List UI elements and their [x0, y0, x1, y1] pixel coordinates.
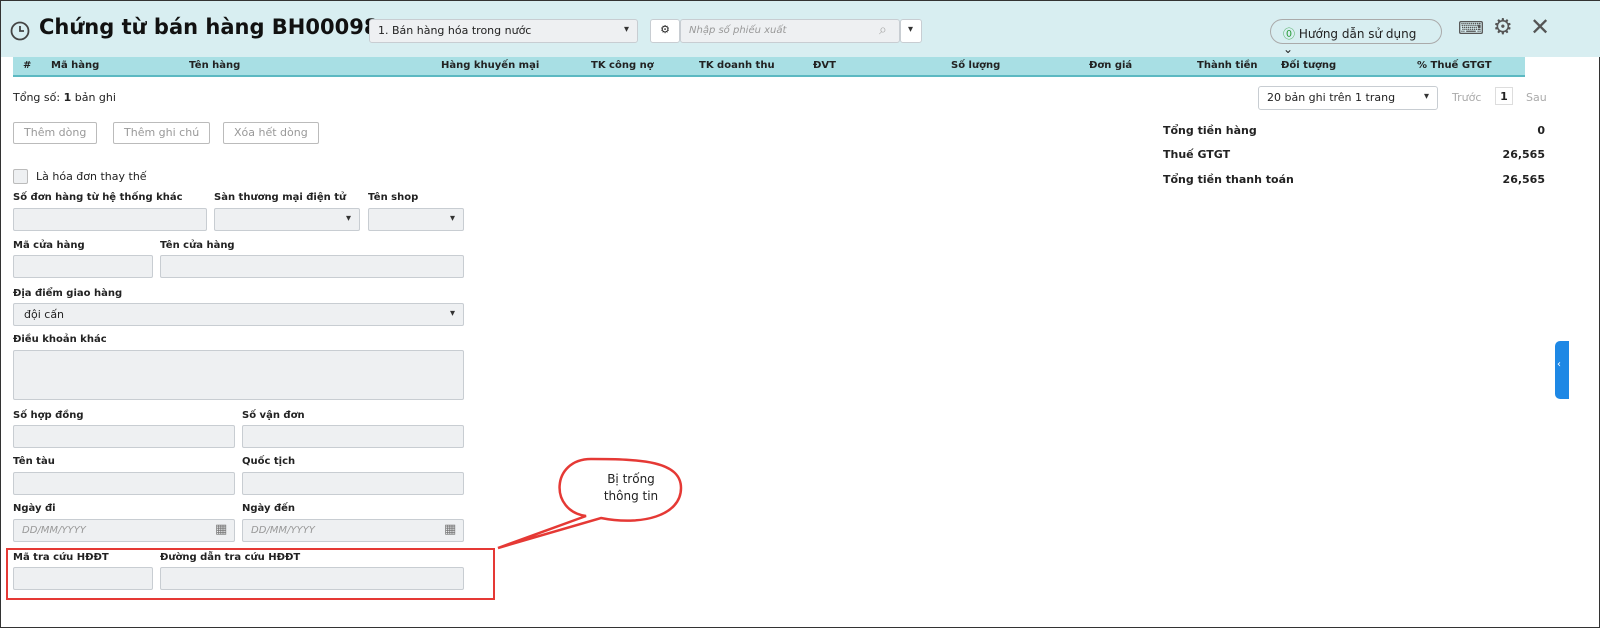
search-icon[interactable]: ⌕ [879, 22, 887, 38]
keyboard-icon[interactable]: ⌨ [1458, 18, 1484, 39]
callout-text: Bị trống thông tin [603, 472, 659, 503]
search-dropdown[interactable] [900, 19, 922, 43]
waybill-input[interactable] [242, 425, 464, 448]
col-unit: ĐVT [813, 60, 836, 71]
depart-label: Ngày đi [13, 503, 56, 514]
vat-label: Thuế GTGT [1163, 148, 1231, 161]
ecommerce-select[interactable] [214, 208, 360, 231]
delivery-select[interactable]: đội cấn [13, 303, 464, 326]
voucher-type-select[interactable]: 1. Bán hàng hóa trong nước [369, 19, 638, 43]
search-input[interactable]: Nhập số phiếu xuất [680, 19, 900, 43]
delivery-label: Địa điểm giao hàng [13, 288, 123, 299]
close-icon[interactable]: ✕ [1530, 13, 1550, 41]
col-object: Đối tượng [1281, 60, 1337, 71]
col-name: Tên hàng [189, 60, 241, 71]
add-note-button[interactable]: Thêm ghi chú [113, 122, 211, 144]
col-amount: Thành tiền [1197, 60, 1258, 71]
col-price: Đơn giá [1089, 60, 1133, 71]
order-no-input[interactable] [13, 208, 207, 231]
history-icon[interactable] [9, 20, 31, 42]
next-page[interactable]: Sau [1526, 91, 1547, 104]
col-promo: Hàng khuyến mại [441, 60, 540, 71]
add-row-button[interactable]: Thêm dòng [13, 122, 98, 144]
replace-invoice-checkbox[interactable] [13, 169, 28, 184]
help-label: Hướng dẫn sử dụng [1298, 27, 1417, 41]
page-title: Chứng từ bán hàng BH00098 [39, 15, 379, 39]
depart-date-input[interactable]: DD/MM/YYYY [13, 519, 235, 542]
ship-label: Tên tàu [13, 456, 55, 467]
col-debt-acct: TK công nợ [591, 60, 654, 71]
replace-invoice-label: Là hóa đơn thay thế [36, 170, 147, 183]
page-size-select[interactable]: 20 bản ghi trên 1 trang [1258, 86, 1438, 110]
ecommerce-label: Sàn thương mại điện tử [214, 192, 347, 203]
terms-textarea[interactable] [13, 350, 464, 400]
arrive-date-input[interactable]: DD/MM/YYYY [242, 519, 464, 542]
contract-input[interactable] [13, 425, 235, 448]
contract-label: Số hợp đồng [13, 410, 84, 421]
side-panel-toggle[interactable]: ‹ [1555, 341, 1569, 399]
col-vat: % Thuế GTGT [1417, 60, 1492, 71]
payment-total-label: Tổng tiền thanh toán [1163, 173, 1294, 186]
store-code-label: Mã cửa hàng [13, 240, 85, 251]
waybill-label: Số vận đơn [242, 410, 305, 421]
calendar-icon[interactable]: ▦ [215, 522, 227, 537]
gear-icon[interactable]: ⚙ [650, 19, 680, 43]
record-count: Tổng số: 1 bản ghi [13, 91, 116, 104]
col-qty: Số lượng [951, 60, 1001, 71]
header: Chứng từ bán hàng BH00098 1. Bán hàng hó… [1, 1, 1600, 57]
table-header: # Mã hàng Tên hàng Hàng khuyến mại TK cô… [13, 57, 1525, 77]
terms-label: Điều khoản khác [13, 334, 107, 345]
page-number[interactable]: 1 [1495, 87, 1513, 105]
nationality-label: Quốc tịch [242, 456, 296, 467]
help-icon: ⓪ [1283, 27, 1296, 41]
nationality-input[interactable] [242, 472, 464, 495]
vat-total: 26,565 [1502, 148, 1545, 161]
store-name-input[interactable] [160, 255, 464, 278]
col-index: # [23, 60, 32, 71]
col-code: Mã hàng [51, 60, 100, 71]
highlight-box [6, 548, 495, 600]
store-code-input[interactable] [13, 255, 153, 278]
col-revenue-acct: TK doanh thu [699, 60, 775, 71]
payment-total: 26,565 [1502, 173, 1545, 186]
shop-label: Tên shop [368, 192, 419, 203]
help-button[interactable]: ⓪ Hướng dẫn sử dụng ⌄ [1270, 19, 1442, 56]
goods-total: 0 [1537, 124, 1545, 137]
shop-select[interactable] [368, 208, 464, 231]
delete-all-button[interactable]: Xóa hết dòng [223, 122, 319, 144]
settings-icon[interactable]: ⚙ [1493, 15, 1513, 40]
goods-total-label: Tổng tiền hàng [1163, 124, 1257, 137]
store-name-label: Tên cửa hàng [160, 240, 235, 251]
order-no-label: Số đơn hàng từ hệ thống khác [13, 192, 183, 203]
calendar-icon[interactable]: ▦ [444, 522, 456, 537]
prev-page[interactable]: Trước [1452, 91, 1481, 104]
ship-input[interactable] [13, 472, 235, 495]
arrive-label: Ngày đến [242, 503, 296, 514]
